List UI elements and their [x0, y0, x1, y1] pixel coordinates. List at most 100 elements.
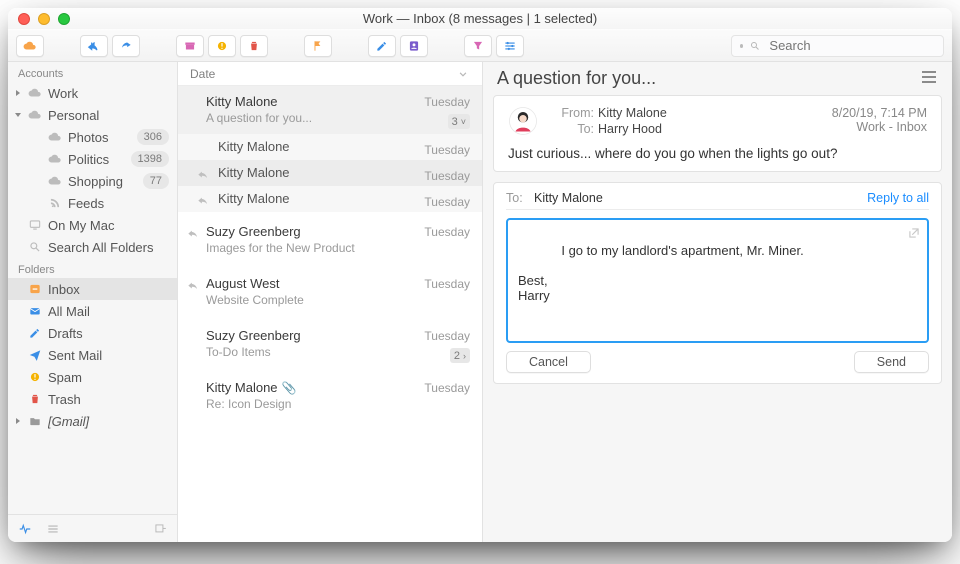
disclosure-icon	[14, 373, 22, 381]
cancel-button[interactable]: Cancel	[506, 351, 591, 373]
avatar	[508, 106, 538, 136]
cloud-icon	[28, 108, 42, 122]
search-icon	[749, 39, 761, 53]
message-folder: Work - Inbox	[832, 120, 927, 134]
message-date: Tuesday	[424, 143, 470, 157]
sidebar-item-label: Sent Mail	[48, 348, 169, 363]
addressbook-icon	[407, 39, 421, 53]
from-label: From:	[544, 106, 594, 120]
disclosure-icon	[14, 89, 22, 97]
window-title: Work — Inbox (8 messages | 1 selected)	[363, 11, 597, 26]
flag-button[interactable]	[304, 35, 332, 57]
msglist-sort-label: Date	[190, 67, 215, 81]
sidebar-item-label: Feeds	[68, 196, 169, 211]
message-row[interactable]: August WestWebsite CompleteTuesday	[178, 268, 482, 316]
trash-button[interactable]	[240, 35, 268, 57]
sidebar-folder--gmail-[interactable]: [Gmail]	[8, 410, 177, 432]
minimize-icon[interactable]	[38, 13, 50, 25]
search-field[interactable]	[731, 35, 944, 57]
sidebar: Accounts Work PersonalPhotos306Politics13…	[8, 62, 178, 542]
sidebar-item-label: Inbox	[48, 282, 169, 297]
cloud-icon	[28, 86, 42, 100]
message-row[interactable]: Suzy GreenbergTo-Do ItemsTuesday2›	[178, 320, 482, 368]
reply-icon	[186, 278, 200, 292]
sidebar-item-label: Shopping	[68, 174, 137, 189]
disclosure-icon	[14, 285, 22, 293]
search-indicator-icon	[740, 44, 743, 48]
compose-textarea[interactable]: I go to my landlord's apartment, Mr. Min…	[506, 218, 929, 343]
cloud-icon	[48, 152, 62, 166]
sidebar-item-shopping[interactable]: Shopping 77	[8, 170, 177, 192]
sync-button[interactable]	[16, 35, 44, 57]
sidebar-item-feeds[interactable]: Feeds	[8, 192, 177, 214]
sidebar-item-work[interactable]: Work	[8, 82, 177, 104]
sidebar-item-label: Search All Folders	[48, 240, 169, 255]
reader-pane: A question for you... From: Kitty Malone	[483, 62, 952, 542]
contact-button[interactable]	[400, 35, 428, 57]
archive-button[interactable]	[176, 35, 204, 57]
funnel-icon	[471, 39, 485, 53]
to-value: Harry Hood	[598, 122, 667, 136]
compose-to-value: Kitty Malone	[534, 191, 603, 205]
thread-count-badge: 2›	[450, 348, 470, 363]
sidebar-folder-spam[interactable]: Spam	[8, 366, 177, 388]
filter-button[interactable]	[464, 35, 492, 57]
reply-all-link[interactable]: Reply to all	[867, 191, 929, 205]
reply-icon	[196, 193, 210, 207]
send-button[interactable]: Send	[854, 351, 929, 373]
message-date: Tuesday	[424, 277, 470, 291]
rss-icon	[48, 196, 62, 210]
sidebar-item-personal[interactable]: Personal	[8, 104, 177, 126]
sidebar-folder-all-mail[interactable]: All Mail	[8, 300, 177, 322]
sent-icon	[28, 348, 42, 362]
sidebar-item-photos[interactable]: Photos306	[8, 126, 177, 148]
prefs-button[interactable]	[496, 35, 524, 57]
count-badge: 77	[143, 173, 169, 189]
sidebar-item-politics[interactable]: Politics1398	[8, 148, 177, 170]
sidebar-item-label: Politics	[68, 152, 125, 167]
flag-icon	[311, 39, 325, 53]
trash-icon	[247, 39, 261, 53]
sidebar-folder-drafts[interactable]: Drafts	[8, 322, 177, 344]
quickfilter-icon[interactable]	[46, 522, 60, 536]
message-datetime: 8/20/19, 7:14 PM	[832, 106, 927, 120]
sidebar-item-label: Work	[48, 86, 169, 101]
forward-button[interactable]	[112, 35, 140, 57]
spam-button[interactable]	[208, 35, 236, 57]
message-row-child[interactable]: Kitty MaloneTuesday	[178, 186, 482, 212]
message-row-child[interactable]: Kitty MaloneTuesday	[178, 134, 482, 160]
reply-icon	[196, 167, 210, 181]
message-date: Tuesday	[424, 225, 470, 239]
sidebar-folder-trash[interactable]: Trash	[8, 388, 177, 410]
popout-icon[interactable]	[907, 226, 921, 240]
from-value: Kitty Malone	[598, 106, 667, 120]
maximize-icon[interactable]	[58, 13, 70, 25]
message-subject: A question for you...	[206, 111, 470, 125]
sidebar-item-search-all-folders[interactable]: Search All Folders	[8, 236, 177, 258]
search-input[interactable]	[767, 37, 935, 54]
reply-all-button[interactable]	[80, 35, 108, 57]
msglist-sort-header[interactable]: Date	[178, 62, 482, 86]
disclosure-icon	[14, 395, 22, 403]
chevron-down-icon	[456, 67, 470, 81]
sidebar-item-on-my-mac[interactable]: On My Mac	[8, 214, 177, 236]
sidebar-heading-accounts: Accounts	[8, 62, 177, 82]
to-label: To:	[544, 122, 594, 136]
forward-icon	[119, 39, 133, 53]
message-row-child[interactable]: Kitty MaloneTuesday	[178, 160, 482, 186]
reply-all-icon	[87, 39, 101, 53]
message-row[interactable]: Kitty Malone📎Re: Icon DesignTuesday	[178, 372, 482, 420]
new-folder-icon[interactable]	[153, 522, 167, 536]
titlebar: Work — Inbox (8 messages | 1 selected)	[8, 8, 952, 30]
close-icon[interactable]	[18, 13, 30, 25]
activity-icon[interactable]	[18, 522, 32, 536]
message-row[interactable]: Kitty MaloneA question for you...Tuesday…	[178, 86, 482, 134]
reader-menu-icon[interactable]	[920, 68, 938, 89]
message-row[interactable]: Suzy GreenbergImages for the New Product…	[178, 216, 482, 264]
compose-button[interactable]	[368, 35, 396, 57]
sidebar-folder-sent-mail[interactable]: Sent Mail	[8, 344, 177, 366]
message-subject: Images for the New Product	[206, 241, 470, 255]
spam-icon	[28, 370, 42, 384]
archive-icon	[183, 39, 197, 53]
sidebar-folder-inbox[interactable]: Inbox	[8, 278, 177, 300]
